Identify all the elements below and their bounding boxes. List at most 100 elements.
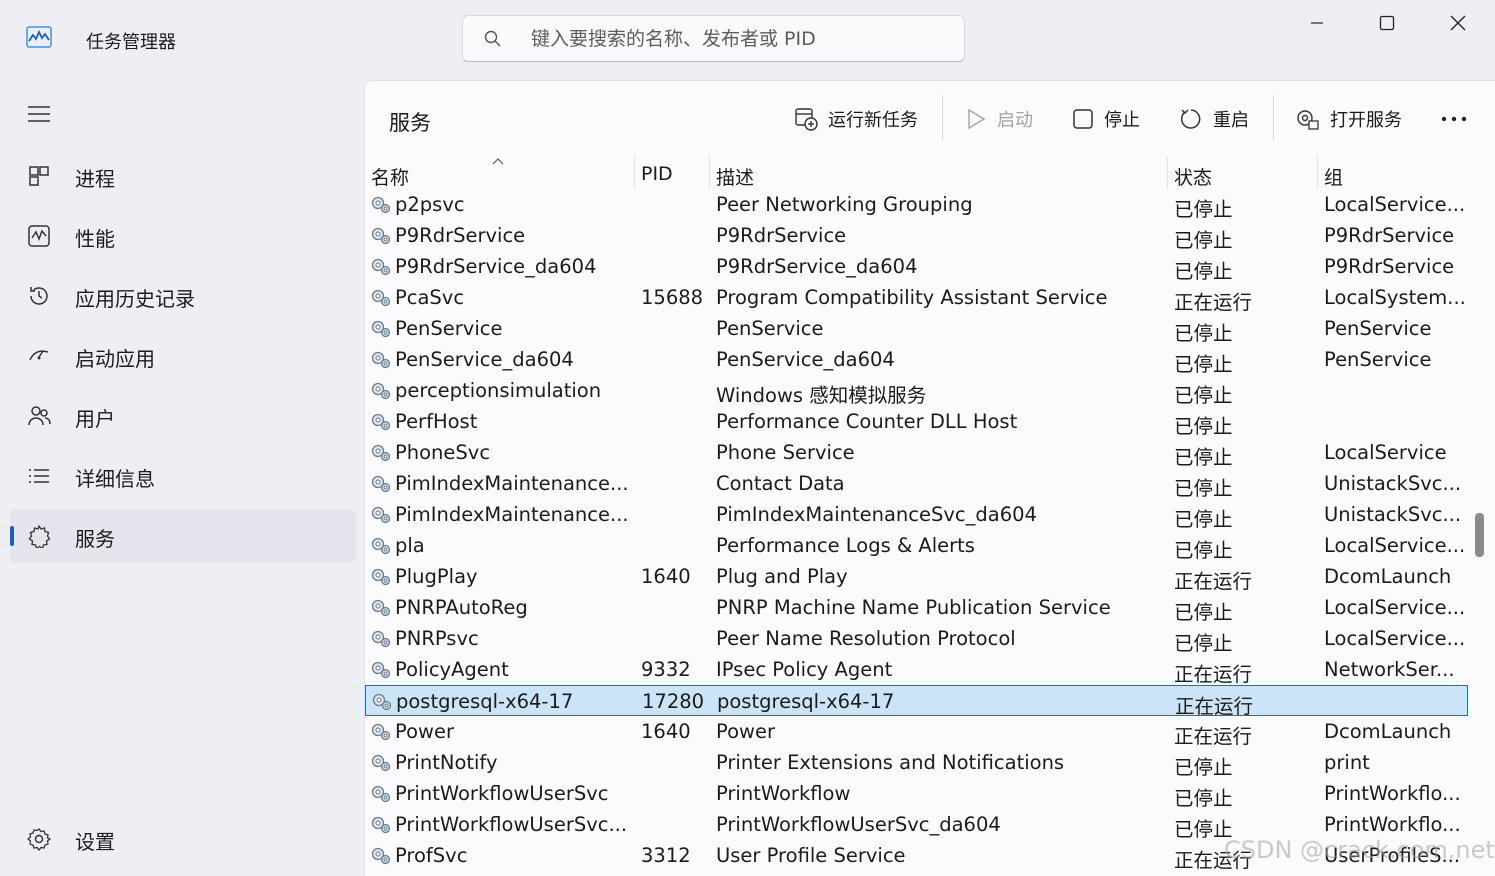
column-header-group[interactable]: 组 bbox=[1318, 157, 1468, 189]
cell-description: IPsec Policy Agent bbox=[716, 658, 893, 681]
cell-description: PenService_da604 bbox=[716, 348, 895, 371]
table-row[interactable]: PerfHost Performance Counter DLL Host 已停止 bbox=[365, 406, 1468, 438]
processes-icon bbox=[27, 164, 51, 188]
task-manager-icon bbox=[26, 26, 52, 48]
sidebar-item-startup-apps[interactable]: 启动应用 bbox=[10, 329, 356, 383]
table-row[interactable]: PolicyAgent 9332 IPsec Policy Agent 正在运行 Net… bbox=[365, 654, 1468, 686]
stop-label: 停止 bbox=[1104, 110, 1140, 131]
sidebar-item-label: 服务 bbox=[75, 527, 115, 551]
cell-description: P9RdrService_da604 bbox=[716, 255, 918, 278]
service-gear-icon bbox=[371, 599, 391, 617]
cell-description: Program Compatibility Assistant Service bbox=[716, 286, 1108, 309]
sidebar-item-settings[interactable]: 设置 bbox=[10, 812, 356, 866]
table-row[interactable]: pla Performance Logs & Alerts 已停止 LocalServ… bbox=[365, 530, 1468, 562]
cell-name: PcaSvc bbox=[395, 286, 465, 309]
cell-group: PenService bbox=[1324, 317, 1432, 340]
cell-description: Peer Networking Grouping bbox=[716, 193, 973, 216]
cell-name: PerfHost bbox=[395, 410, 478, 433]
stop-button[interactable]: 停止 bbox=[1072, 101, 1140, 137]
cell-name: PimIndexMaintenance... bbox=[395, 472, 629, 495]
cell-description: Performance Counter DLL Host bbox=[716, 410, 1018, 433]
service-gear-icon bbox=[371, 661, 391, 679]
table-row[interactable]: PimIndexMaintenance... PimIndexMaintenanc… bbox=[365, 499, 1468, 531]
column-header-status[interactable]: 状态 bbox=[1168, 157, 1318, 189]
service-gear-icon bbox=[371, 475, 391, 493]
cell-name: perceptionsimulation bbox=[395, 379, 602, 402]
open-services-icon bbox=[1297, 110, 1319, 130]
cell-name: PNRPsvc bbox=[395, 627, 479, 650]
table-row[interactable]: PcaSvc 15688 Program Compatibility Assista… bbox=[365, 282, 1468, 314]
close-button[interactable] bbox=[1423, 0, 1493, 46]
table-row[interactable]: p2psvc Peer Networking Grouping 已停止 LocalSe… bbox=[365, 189, 1468, 221]
service-gear-icon bbox=[371, 754, 391, 772]
start-label: 启动 bbox=[997, 110, 1033, 131]
hamburger-menu-icon[interactable] bbox=[27, 102, 51, 126]
column-header-name[interactable]: 名称 bbox=[365, 157, 635, 189]
restart-icon bbox=[1180, 109, 1201, 129]
maximize-button[interactable] bbox=[1352, 0, 1422, 46]
cell-group: LocalService... bbox=[1324, 596, 1464, 619]
table-row[interactable]: PenService PenService 已停止 PenService bbox=[365, 313, 1468, 345]
table-row[interactable]: P9RdrService_da604 P9RdrService_da604 已停止 P… bbox=[365, 251, 1468, 283]
cell-description: PenService bbox=[716, 317, 824, 340]
table-row[interactable]: PNRPsvc Peer Name Resolution Protocol 已停止 L… bbox=[365, 623, 1468, 655]
more-options-button[interactable] bbox=[1440, 101, 1478, 137]
run-new-task-label: 运行新任务 bbox=[828, 110, 918, 131]
maximize-icon bbox=[1379, 15, 1395, 31]
service-gear-icon bbox=[372, 693, 392, 711]
cell-description: Performance Logs & Alerts bbox=[716, 534, 975, 557]
service-gear-icon bbox=[371, 413, 391, 431]
run-new-task-button[interactable]: 运行新任务 bbox=[794, 101, 918, 137]
search-box[interactable] bbox=[462, 15, 965, 62]
cell-description: User Profile Service bbox=[716, 844, 906, 867]
table-row[interactable]: PimIndexMaintenance... Contact Data 已停止 Uni… bbox=[365, 468, 1468, 500]
cell-name: PolicyAgent bbox=[395, 658, 509, 681]
cell-status: 已停止 bbox=[1174, 477, 1233, 500]
table-row[interactable]: PrintWorkflowUserSvc PrintWorkflow 已停止 Prin… bbox=[365, 778, 1468, 810]
cell-name: p2psvc bbox=[395, 193, 465, 216]
cell-status: 正在运行 bbox=[1174, 663, 1253, 686]
table-row[interactable]: PrintNotify Printer Extensions and Notifi… bbox=[365, 747, 1468, 779]
service-gear-icon bbox=[371, 537, 391, 555]
sidebar-item-performance[interactable]: 性能 bbox=[10, 209, 356, 263]
table-row[interactable]: PlugPlay 1640 Plug and Play 正在运行 DcomLaunch bbox=[365, 561, 1468, 593]
play-icon bbox=[968, 108, 986, 130]
search-input[interactable] bbox=[531, 24, 951, 54]
table-row[interactable]: Power 1640 Power 正在运行 DcomLaunch bbox=[365, 716, 1468, 748]
open-services-button[interactable]: 打开服务 bbox=[1294, 101, 1402, 137]
column-header-description[interactable]: 描述 bbox=[710, 157, 1168, 189]
table-row[interactable]: PNRPAutoReg PNRP Machine Name Publication… bbox=[365, 592, 1468, 624]
sidebar-item-app-history[interactable]: 应用历史记录 bbox=[10, 269, 356, 323]
cell-name: PimIndexMaintenance... bbox=[395, 503, 629, 526]
table-row[interactable]: PhoneSvc Phone Service 已停止 LocalService bbox=[365, 437, 1468, 469]
restart-button[interactable]: 重启 bbox=[1179, 101, 1249, 137]
cell-description: P9RdrService bbox=[716, 224, 847, 247]
cell-group: PrintWorkflo... bbox=[1324, 813, 1461, 836]
service-gear-icon bbox=[371, 382, 391, 400]
table-row[interactable]: PenService_da604 PenService_da604 已停止 PenSe… bbox=[365, 344, 1468, 376]
minimize-button[interactable] bbox=[1282, 0, 1352, 46]
sidebar-item-processes[interactable]: 进程 bbox=[10, 149, 356, 203]
details-icon bbox=[27, 464, 51, 488]
service-gear-icon bbox=[371, 196, 391, 214]
sidebar-item-details[interactable]: 详细信息 bbox=[10, 449, 356, 503]
table-row[interactable]: P9RdrService P9RdrService 已停止 P9RdrService bbox=[365, 220, 1468, 252]
sidebar-item-services[interactable]: 服务 bbox=[10, 509, 356, 563]
table-row[interactable]: postgresql-x64-17 17280 postgresql-x64-17 正… bbox=[365, 685, 1468, 718]
scrollbar-thumb[interactable] bbox=[1475, 513, 1484, 557]
cell-status: 已停止 bbox=[1174, 756, 1233, 779]
cell-name: postgresql-x64-17 bbox=[396, 690, 574, 713]
cell-group: LocalService... bbox=[1324, 534, 1464, 557]
column-header-pid[interactable]: PID bbox=[635, 157, 710, 189]
sidebar-item-label: 应用历史记录 bbox=[75, 287, 195, 311]
start-button[interactable]: 启动 bbox=[965, 101, 1033, 137]
sidebar-item-users[interactable]: 用户 bbox=[10, 389, 356, 443]
cell-status: 正在运行 bbox=[1175, 695, 1254, 718]
history-icon bbox=[27, 284, 51, 308]
service-gear-icon bbox=[371, 847, 391, 865]
search-icon bbox=[483, 29, 503, 49]
cell-description: PrintWorkflowUserSvc_da604 bbox=[716, 813, 1001, 836]
toolbar-divider bbox=[942, 95, 943, 141]
cell-group: DcomLaunch bbox=[1324, 720, 1452, 743]
table-row[interactable]: perceptionsimulation Windows 感知模拟服务 已停止 bbox=[365, 375, 1468, 407]
